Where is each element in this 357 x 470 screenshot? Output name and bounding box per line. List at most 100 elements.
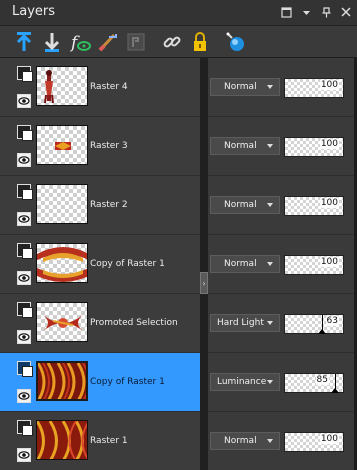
opacity-slider-handle[interactable] [318,329,326,334]
new-raster-layer-icon[interactable] [12,30,36,54]
opacity-value: 100 [319,257,339,267]
layer-row-left[interactable]: Raster 3 [0,117,200,175]
panel-title: Layers [12,4,56,19]
opacity-slider[interactable]: 100 [284,78,344,98]
layer-effects-icon[interactable] [224,30,248,54]
blend-mode-value: Luminance [217,377,267,387]
layer-name[interactable]: Raster 2 [90,200,128,210]
layer-row-right: Normal 100 [208,412,357,470]
chevron-down-icon [267,321,273,325]
maximize-icon[interactable] [279,5,293,19]
chevron-down-icon [267,439,273,443]
opacity-slider[interactable]: 63 [284,314,344,334]
layer-row-right: Normal 100 [208,176,357,234]
opacity-slider[interactable]: 100 [284,255,344,275]
blend-mode-dropdown[interactable]: Normal [210,432,280,450]
layer-thumbnail[interactable] [36,125,88,165]
opacity-value: 63 [325,316,339,326]
blend-mode-value: Normal [224,82,257,92]
layer-row-right: Normal 100 [208,58,357,116]
visibility-eye-icon[interactable] [17,153,31,167]
chevron-down-icon [267,380,273,384]
chevron-right-icon: › [202,278,206,288]
blend-mode-dropdown[interactable]: Normal [210,255,280,273]
layer-thumbnail[interactable] [36,243,88,283]
lock-icon[interactable] [188,30,212,54]
blend-mode-dropdown[interactable]: Normal [210,137,280,155]
layer-type-icon [17,302,33,318]
layer-row-left[interactable]: Raster 1 [0,412,200,470]
layer-row-left[interactable]: Raster 2 [0,176,200,234]
layer-row-right: Luminance 85 [208,353,357,411]
layer-row-left[interactable]: Copy of Raster 1 [0,235,200,293]
layer-row[interactable]: Raster 1 Normal 100 [0,412,357,470]
titlebar-buttons [279,5,353,19]
layer-thumbnail[interactable] [36,66,88,106]
panel-splitter[interactable] [200,58,208,470]
layer-row-left[interactable]: Promoted Selection [0,294,200,352]
menu-chevron-icon[interactable] [299,5,313,19]
layer-name[interactable]: Raster 4 [90,82,128,92]
layer-name[interactable]: Promoted Selection [90,318,178,328]
layer-type-icon [17,184,33,200]
link-icon[interactable] [160,30,184,54]
layer-name[interactable]: Raster 3 [90,141,128,151]
chevron-down-icon [267,262,273,266]
visibility-eye-icon[interactable] [17,389,31,403]
layer-name[interactable]: Raster 1 [90,436,128,446]
chevron-down-icon [267,203,273,207]
pin-icon[interactable] [319,5,333,19]
new-adjustment-layer-icon[interactable] [124,30,148,54]
layer-row[interactable]: Raster 3 Normal 100 [0,117,357,175]
blend-mode-value: Normal [224,436,257,446]
layer-type-icon [17,66,33,82]
blend-mode-dropdown[interactable]: Normal [210,196,280,214]
layer-type-icon [17,361,33,377]
layer-thumbnail[interactable] [36,361,88,401]
blend-mode-value: Normal [224,141,257,151]
layer-thumbnail[interactable] [36,302,88,342]
blend-mode-dropdown[interactable]: Normal [210,78,280,96]
layers-list: Raster 4 Normal 100 Raster 3 Normal 100 … [0,58,357,470]
blend-mode-dropdown[interactable]: Hard Light [210,314,280,332]
opacity-value: 85 [315,375,329,385]
close-icon[interactable] [339,5,353,19]
layer-type-icon [17,243,33,259]
visibility-eye-icon[interactable] [17,448,31,462]
opacity-slider[interactable]: 85 [284,373,344,393]
layer-row[interactable]: Raster 4 Normal 100 [0,58,357,116]
opacity-value: 100 [319,80,339,90]
visibility-eye-icon[interactable] [17,212,31,226]
layer-row-left[interactable]: Raster 4 [0,58,200,116]
layers-toolbar: f [0,26,357,58]
new-vector-layer-icon[interactable] [40,30,64,54]
opacity-slider[interactable]: 100 [284,196,344,216]
splitter-handle[interactable]: › [200,272,208,294]
visibility-eye-icon[interactable] [17,94,31,108]
layer-name[interactable]: Copy of Raster 1 [90,377,165,387]
layer-row[interactable]: Raster 2 Normal 100 [0,176,357,234]
blend-mode-dropdown[interactable]: Luminance [210,373,280,391]
panel-titlebar: Layers [0,0,357,26]
opacity-slider[interactable]: 100 [284,137,344,157]
layer-thumbnail[interactable] [36,184,88,224]
layer-type-icon [17,420,33,436]
layer-row-selected[interactable]: Copy of Raster 1 Luminance 85 [0,353,357,411]
layer-row[interactable]: Copy of Raster 1 Normal 100 [0,235,357,293]
layer-thumbnail[interactable] [36,420,88,460]
new-art-media-layer-icon[interactable]: f [68,30,92,54]
layer-row-right: Normal 100 [208,117,357,175]
chevron-down-icon [267,85,273,89]
layer-row[interactable]: Promoted Selection Hard Light 63 [0,294,357,352]
blend-mode-value: Normal [224,200,257,210]
layer-name[interactable]: Copy of Raster 1 [90,259,165,269]
opacity-value: 100 [319,139,339,149]
visibility-eye-icon[interactable] [17,330,31,344]
blend-mode-value: Normal [224,259,257,269]
visibility-eye-icon[interactable] [17,271,31,285]
new-mask-layer-icon[interactable] [96,30,120,54]
opacity-slider-handle[interactable] [331,388,339,393]
opacity-slider[interactable]: 100 [284,432,344,452]
svg-text:f: f [69,33,80,53]
layer-row-left[interactable]: Copy of Raster 1 [0,353,200,411]
